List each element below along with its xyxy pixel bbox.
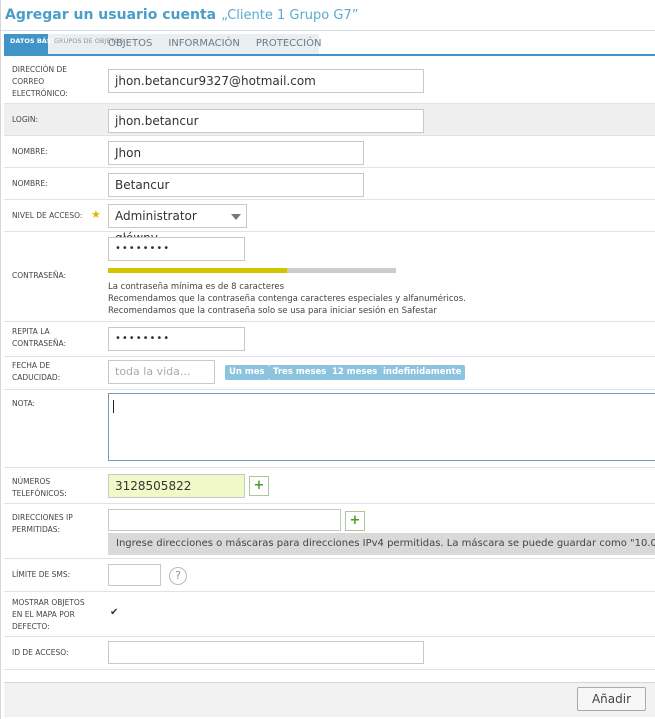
row-email: DIRECCIÓN DE CORREO ELECTRÓNICO: jhon.be… xyxy=(4,58,655,104)
expiry-date-input[interactable]: toda la vida... xyxy=(108,360,215,384)
access-level-select[interactable]: Administrator główny xyxy=(108,204,247,245)
dialog-footer: Añadir xyxy=(4,682,655,717)
access-level-label: NIVEL DE ACCESO: xyxy=(12,211,83,220)
last-name-field[interactable]: Betancur xyxy=(108,173,364,197)
required-star-icon: ★ xyxy=(91,208,101,221)
text-caret xyxy=(113,400,114,413)
dialog-header: Agregar un usuario cuenta „Cliente 1 Gru… xyxy=(1,0,655,30)
tab-basic-data[interactable]: DATOS BÁSICOS xyxy=(4,34,69,54)
chip-three-months[interactable]: Tres meses xyxy=(269,365,331,380)
ips-label: DIRECCIONES IP PERMITIDAS: xyxy=(12,513,73,534)
row-phones: NÚMEROS TELEFÓNICOS: 3128505822 + xyxy=(4,468,655,504)
password-field[interactable]: •••••••• xyxy=(108,237,245,261)
chevron-down-icon xyxy=(231,214,241,220)
chip-one-month[interactable]: Un mes xyxy=(225,365,269,380)
chip-twelve-months[interactable]: 12 meses xyxy=(328,365,382,380)
expiry-label: FECHA DE CADUCIDAD: xyxy=(12,361,61,382)
row-last-name: NOMBRE: Betancur xyxy=(4,168,655,200)
tab-objects[interactable]: OBJETOS xyxy=(100,34,160,54)
first-name-label: NOMBRE: xyxy=(12,147,48,156)
ips-hint: Ingrese direcciones o máscaras para dire… xyxy=(108,533,655,555)
note-textarea[interactable] xyxy=(108,393,655,461)
chip-indefinitely[interactable]: indefinidamente xyxy=(379,365,466,380)
row-allowed-ips: DIRECCIONES IP PERMITIDAS: + Ingrese dir… xyxy=(4,504,655,559)
sms-limit-field[interactable] xyxy=(108,564,161,586)
add-phone-button[interactable]: + xyxy=(249,476,269,496)
row-expiry: FECHA DE CADUCIDAD: toda la vida... Un m… xyxy=(4,357,655,390)
tab-information[interactable]: INFORMACIÓN xyxy=(160,34,248,54)
row-password: CONTRASEÑA: •••••••• La contraseña mínim… xyxy=(4,232,655,322)
note-label: NOTA: xyxy=(12,399,36,408)
password-hint-3: Recomendamos que la contraseña solo se u… xyxy=(108,306,437,316)
repeat-password-label: REPITA LA CONTRASEÑA: xyxy=(12,327,67,348)
row-access-id: ID DE ACCESO: xyxy=(4,637,655,670)
login-label: LOGIN: xyxy=(12,115,38,124)
first-name-field[interactable]: Jhon xyxy=(108,141,364,165)
ip-field[interactable] xyxy=(108,509,341,531)
tab-bar: DATOS BÁSICOS GRUPOS DE OBJETOS OBJETOS … xyxy=(4,34,321,54)
email-label: DIRECCIÓN DE CORREO ELECTRÓNICO: xyxy=(12,65,68,98)
login-field[interactable]: jhon.betancur xyxy=(108,109,424,133)
tab-protection[interactable]: PROTECCIÓN xyxy=(248,34,330,54)
password-strength-track xyxy=(108,268,396,273)
row-show-objects: MOSTRAR OBJETOS EN EL MAPA POR DEFECTO: … xyxy=(4,592,655,637)
sms-limit-label: LÍMITE DE SMS: xyxy=(12,570,71,579)
password-label: CONTRASEÑA: xyxy=(12,271,67,280)
password-hint-2: Recomendamos que la contraseña contenga … xyxy=(108,294,466,304)
repeat-password-field[interactable]: •••••••• xyxy=(108,327,245,351)
dialog: Agregar un usuario cuenta „Cliente 1 Gru… xyxy=(0,0,655,719)
row-first-name: NOMBRE: Jhon xyxy=(4,136,655,168)
tab-object-groups[interactable]: GRUPOS DE OBJETOS xyxy=(48,34,124,54)
dialog-title: Agregar un usuario cuenta xyxy=(5,7,217,23)
access-id-field[interactable] xyxy=(108,641,424,664)
row-repeat-password: REPITA LA CONTRASEÑA: •••••••• xyxy=(4,322,655,357)
last-name-label: NOMBRE: xyxy=(12,179,48,188)
header-divider xyxy=(1,30,655,31)
access-id-label: ID DE ACCESO: xyxy=(12,648,69,657)
phones-label: NÚMEROS TELEFÓNICOS: xyxy=(12,477,67,498)
add-button[interactable]: Añadir xyxy=(577,687,646,711)
add-ip-button[interactable]: + xyxy=(345,511,365,531)
row-login: LOGIN: jhon.betancur xyxy=(4,104,655,136)
password-strength-fill xyxy=(108,268,287,273)
help-icon[interactable]: ? xyxy=(169,567,187,585)
row-sms-limit: LÍMITE DE SMS: ? xyxy=(4,559,655,592)
password-hint-1: La contraseña mínima es de 8 caracteres xyxy=(108,282,285,292)
tab-underline xyxy=(4,54,655,56)
dialog-subtitle: „Cliente 1 Grupo G7” xyxy=(221,8,359,23)
row-access-level: NIVEL DE ACCESO: ★ Administrator główny xyxy=(4,200,655,245)
phone-field[interactable]: 3128505822 xyxy=(108,474,245,498)
email-field[interactable]: jhon.betancur9327@hotmail.com xyxy=(108,69,424,93)
row-note: NOTA: xyxy=(4,390,655,468)
show-objects-label: MOSTRAR OBJETOS EN EL MAPA POR DEFECTO: xyxy=(12,598,85,631)
show-objects-checkbox[interactable]: ✔ xyxy=(110,607,121,618)
